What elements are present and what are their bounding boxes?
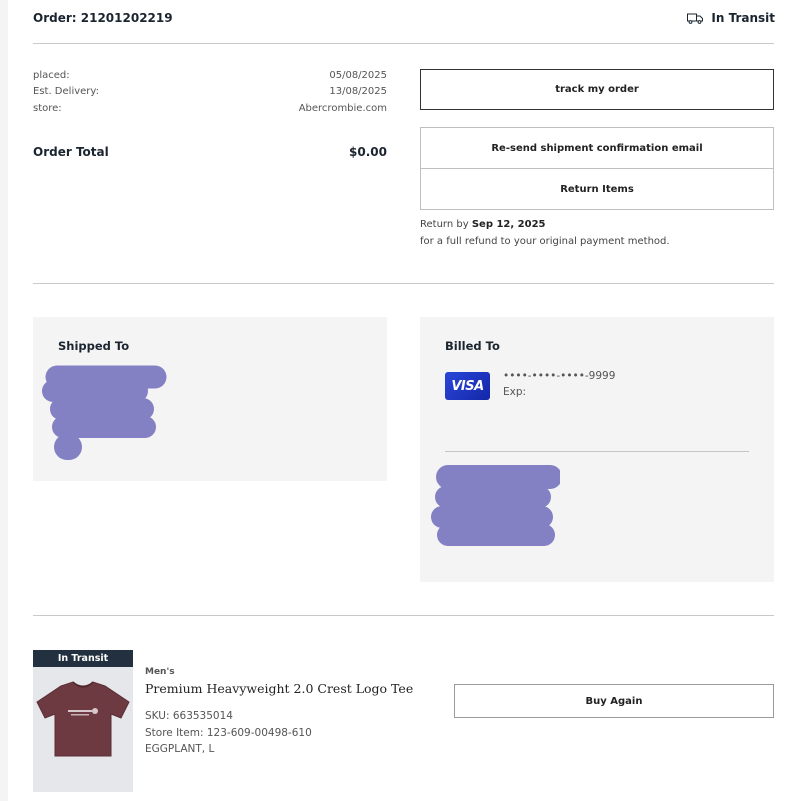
return-items-button[interactable]: Return Items [420, 168, 774, 210]
delivery-value: 13/08/2025 [329, 86, 387, 97]
store-row: store: Abercrombie.com [33, 103, 387, 114]
order-total-value: $0.00 [349, 145, 387, 159]
tshirt-image [36, 681, 130, 757]
placed-value: 05/08/2025 [329, 70, 387, 81]
billed-to-title: Billed To [445, 339, 500, 353]
return-info: Return by Sep 12, 2025 for a full refund… [420, 216, 670, 250]
divider [33, 615, 774, 616]
card-exp-label: Exp: [503, 386, 527, 398]
return-prefix: Return by [420, 219, 469, 230]
truck-icon [687, 13, 704, 24]
billed-to-card: Billed To VISA ••••-••••-••••-9999 Exp: [420, 317, 774, 582]
placed-label: placed: [33, 70, 70, 81]
divider [445, 451, 749, 452]
return-note: for a full refund to your original payme… [420, 236, 670, 247]
buy-again-button[interactable]: Buy Again [454, 684, 774, 718]
return-date: Sep 12, 2025 [471, 219, 546, 230]
visa-logo: VISA [445, 372, 490, 400]
order-details-panel: Order: 21201202219 In Transit placed: 05… [8, 0, 797, 801]
product-name[interactable]: Premium Heavyweight 2.0 Crest Logo Tee [145, 681, 413, 696]
delivery-label: Est. Delivery: [33, 86, 99, 97]
order-total-label: Order Total [33, 145, 109, 159]
store-value: Abercrombie.com [298, 103, 387, 114]
item-status-badge: In Transit [33, 650, 133, 667]
item-category: Men's [145, 667, 175, 677]
item-sku: SKU: 663535014 [145, 710, 233, 722]
order-total-row: Order Total $0.00 [33, 145, 387, 159]
item-store-number: Store Item: 123-609-00498-610 [145, 727, 312, 739]
redacted-billing-address [431, 465, 560, 546]
delivery-row: Est. Delivery: 13/08/2025 [33, 86, 387, 97]
resend-confirmation-button[interactable]: Re-send shipment confirmation email [420, 127, 774, 169]
divider [33, 283, 774, 284]
product-image[interactable]: In Transit [33, 650, 133, 792]
order-status-label: In Transit [711, 11, 775, 25]
track-order-button[interactable]: track my order [420, 69, 774, 110]
shipped-to-title: Shipped To [58, 339, 130, 353]
order-number: Order: 21201202219 [33, 11, 173, 25]
placed-row: placed: 05/08/2025 [33, 70, 387, 81]
store-label: store: [33, 103, 62, 114]
redacted-address [42, 365, 167, 460]
order-status: In Transit [687, 11, 775, 25]
divider [33, 43, 774, 44]
shipped-to-card: Shipped To [33, 317, 387, 481]
card-number: ••••-••••-••••-9999 [503, 370, 616, 382]
item-variant: EGGPLANT, L [145, 743, 215, 755]
